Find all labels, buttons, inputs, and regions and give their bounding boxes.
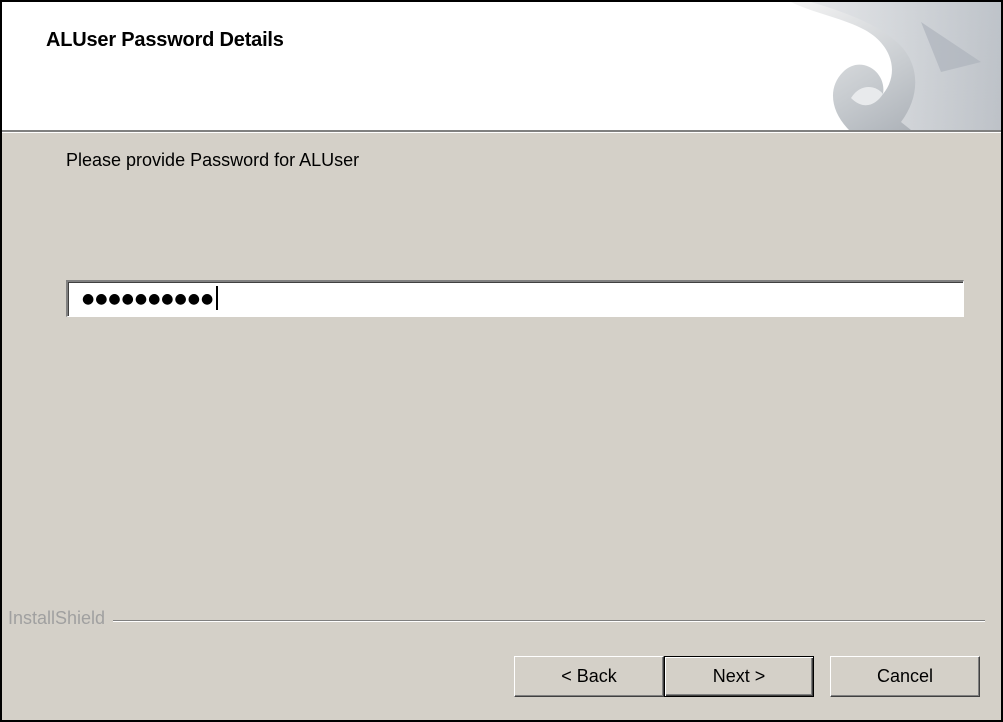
installshield-swirl-graphic — [791, 2, 1001, 130]
next-button[interactable]: Next > — [664, 656, 814, 697]
installshield-label: InstallShield — [8, 608, 114, 629]
back-button[interactable]: < Back — [514, 656, 664, 697]
cancel-button[interactable]: Cancel — [830, 656, 980, 697]
separator-line — [8, 620, 985, 622]
password-input[interactable]: ●●●●●●●●●● — [66, 280, 964, 317]
text-caret — [216, 285, 219, 310]
password-prompt: Please provide Password for ALUser — [66, 150, 360, 170]
dialog-header: ALUser Password Details — [2, 2, 1001, 132]
dialog-title: ALUser Password Details — [46, 29, 284, 51]
installer-dialog: ALUser Password Details Please provide P… — [0, 0, 1003, 722]
password-masked-value: ●●●●●●●●●● — [82, 291, 215, 307]
installshield-separator: InstallShield — [2, 608, 1001, 630]
